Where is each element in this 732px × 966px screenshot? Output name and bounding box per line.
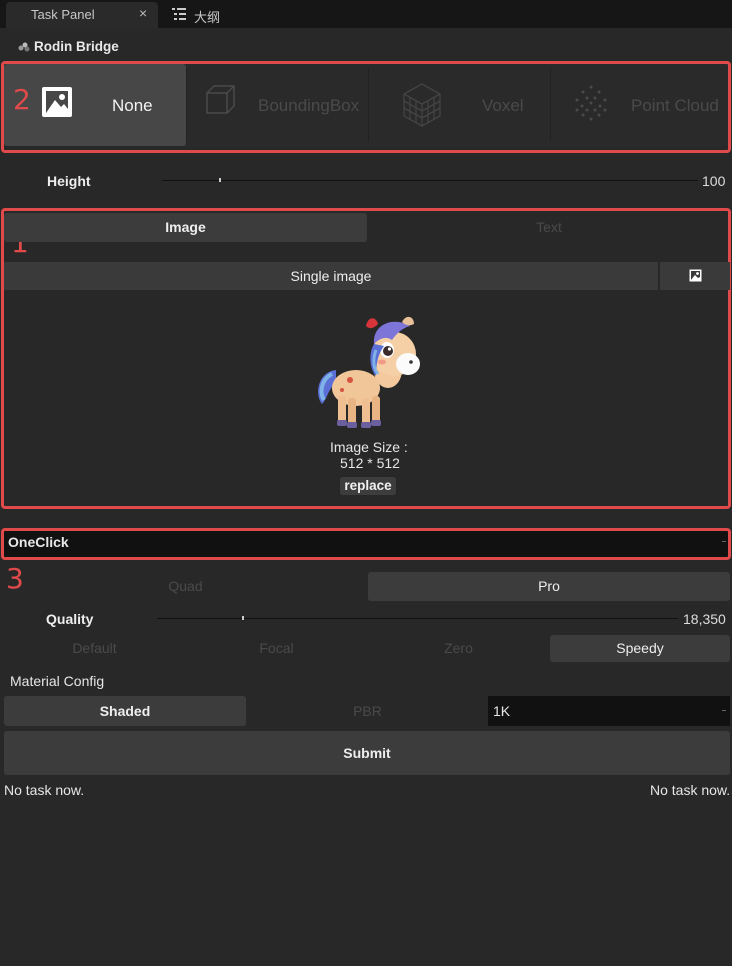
annotation-number-2: 2 (13, 83, 31, 116)
preview-image (318, 316, 420, 428)
preset-speedy-button[interactable]: Speedy (550, 635, 730, 662)
close-icon[interactable]: × (139, 5, 147, 21)
mesh-quad-button[interactable]: Quad (4, 572, 367, 601)
height-label: Height (47, 173, 91, 189)
quality-slider[interactable] (157, 618, 678, 619)
list-icon (172, 8, 186, 20)
preset-focal-button[interactable]: Focal (186, 635, 367, 662)
status-right: No task now. (650, 782, 731, 798)
highlight-box-2 (1, 61, 731, 153)
material-pbr-button[interactable]: PBR (247, 696, 488, 726)
submit-button[interactable]: Submit (4, 731, 730, 775)
height-slider[interactable] (162, 180, 698, 181)
image-size-value: 512 * 512 (340, 455, 400, 471)
image-picker-icon (689, 269, 702, 282)
image-picker-button[interactable] (660, 262, 730, 290)
image-mode-dropdown[interactable]: Single image (4, 262, 658, 290)
tab-bar: Task Panel × 大纲 (0, 0, 732, 28)
quality-label: Quality (46, 611, 94, 627)
material-config-title: Material Config (10, 673, 105, 689)
replace-button[interactable]: replace (340, 477, 396, 495)
mesh-pro-button[interactable]: Pro (368, 572, 730, 601)
input-type-image-button[interactable]: Image (4, 213, 367, 242)
preset-default-button[interactable]: Default (4, 635, 185, 662)
tab-task-panel-label: Task Panel (31, 7, 95, 22)
tab-outline-label: 大纲 (194, 10, 221, 25)
texture-resolution-dropdown[interactable]: 1K (488, 696, 730, 726)
height-slider-thumb[interactable] (219, 178, 221, 182)
tab-task-panel[interactable]: Task Panel × (6, 2, 158, 28)
height-value: 100 (702, 173, 726, 189)
quality-slider-thumb[interactable] (242, 616, 244, 620)
tab-outline[interactable]: 大纲 (166, 2, 246, 28)
input-type-text-button[interactable]: Text (368, 213, 730, 242)
highlight-box-3 (1, 528, 731, 560)
preset-zero-button[interactable]: Zero (368, 635, 549, 662)
image-size-label: Image Size : (330, 439, 408, 455)
material-shaded-button[interactable]: Shaded (4, 696, 246, 726)
quality-value: 18,350 (683, 611, 726, 627)
panel-title: Rodin Bridge (34, 39, 119, 54)
status-left: No task now. (4, 782, 85, 798)
chevron-down-icon (722, 710, 726, 711)
texture-resolution-value: 1K (493, 703, 511, 719)
rodin-logo-icon (18, 42, 30, 52)
